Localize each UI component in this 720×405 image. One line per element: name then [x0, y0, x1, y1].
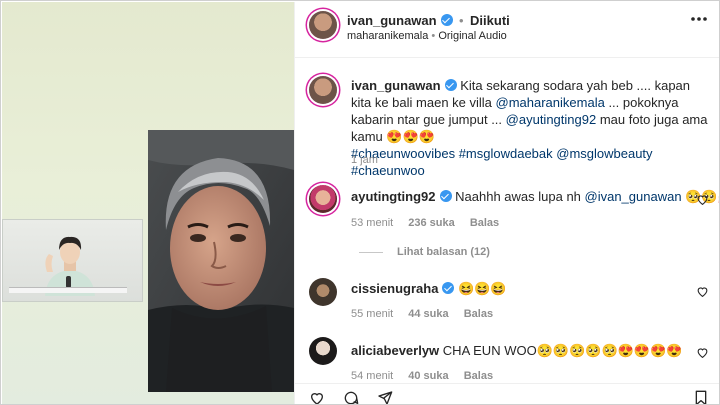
person-illustration	[45, 236, 95, 296]
post-header: ivan_gunawan • Diikuti maharanikemala • …	[295, 2, 719, 58]
caption-username[interactable]: ivan_gunawan	[351, 78, 441, 93]
comment-meta: 53 menit 236 suka Balas	[351, 217, 499, 229]
comment-avatar-ayutingting92[interactable]	[309, 185, 337, 213]
separator-dot: •	[459, 13, 464, 28]
comment-likes[interactable]: 236 suka	[408, 217, 454, 229]
selfie-video-frame	[148, 130, 294, 392]
audio-username[interactable]: maharanikemala	[347, 30, 428, 42]
verified-badge-icon	[442, 282, 455, 294]
author-username[interactable]: ivan_gunawan	[347, 13, 437, 28]
comment-meta: 55 menit 44 suka Balas	[351, 308, 493, 320]
caption-author-avatar[interactable]	[309, 76, 337, 104]
comment-icon[interactable]	[343, 390, 359, 405]
reply-button[interactable]: Balas	[470, 217, 499, 229]
verified-badge-icon	[440, 14, 453, 26]
comment-text: 😆😆😆	[458, 281, 507, 296]
screenshot-frame: ivan_gunawan • Diikuti maharanikemala • …	[0, 0, 720, 405]
comment-avatar-cissienugraha[interactable]	[309, 278, 337, 306]
caption-timestamp[interactable]: 1 jam	[351, 154, 378, 166]
comment-meta: 54 menit 40 suka Balas	[351, 370, 493, 380]
mention-ivan-gunawan[interactable]: @ivan_gunawan	[585, 189, 682, 204]
verified-badge-icon	[444, 79, 457, 91]
mention-ayutingting92[interactable]: @ayutingting92	[506, 112, 597, 127]
follow-status-button[interactable]: Diikuti	[470, 13, 510, 28]
like-post-heart-icon[interactable]	[309, 390, 325, 405]
comment-3: aliciabeverlyw CHA EUN WOO🥺🥺🥺🥺🥺😍😍😍😍	[351, 342, 682, 359]
comment-text: CHA EUN WOO🥺🥺🥺🥺🥺😍😍😍😍	[442, 343, 683, 358]
comment-likes[interactable]: 40 suka	[408, 370, 448, 380]
comment-time[interactable]: 54 menit	[351, 370, 393, 380]
more-horizontal-icon[interactable]	[690, 16, 708, 22]
author-avatar[interactable]	[309, 11, 337, 39]
view-replies-label[interactable]: Lihat balasan (12)	[397, 246, 490, 258]
mention-maharanikemala[interactable]: @maharanikemala	[496, 95, 605, 110]
reply-button[interactable]: Balas	[464, 370, 493, 380]
reply-button[interactable]: Balas	[464, 308, 493, 320]
save-bookmark-icon[interactable]	[694, 390, 708, 405]
like-comment-heart-icon[interactable]	[696, 346, 709, 359]
comment-avatar-aliciabeverlyw[interactable]	[309, 337, 337, 365]
comment-username[interactable]: ayutingting92	[351, 189, 436, 204]
verified-badge-icon	[439, 190, 452, 202]
post-detail-panel: ivan_gunawan • Diikuti maharanikemala • …	[294, 2, 719, 405]
like-comment-heart-icon[interactable]	[696, 285, 709, 298]
like-comment-heart-icon[interactable]	[696, 193, 709, 206]
audio-label[interactable]: Original Audio	[438, 30, 507, 42]
separator-dot: •	[431, 30, 436, 42]
view-replies-button[interactable]: Lihat balasan (12)	[359, 246, 490, 258]
share-send-icon[interactable]	[377, 390, 393, 405]
post-caption: ivan_gunawan Kita sekarang sodara yah be…	[351, 77, 711, 179]
comment-username[interactable]: aliciabeverlyw	[351, 343, 439, 358]
comment-1: ayutingting92 Naahhh awas lupa nh @ivan_…	[351, 188, 719, 205]
comment-2: cissienugraha 😆😆😆	[351, 280, 507, 297]
embedded-video-thumbnail	[2, 219, 143, 302]
caption-hashtags[interactable]: #chaeunwoovibes #msglowdaebak @msglowbea…	[351, 146, 653, 178]
replies-divider	[359, 251, 383, 253]
comment-time[interactable]: 55 menit	[351, 308, 393, 320]
comment-time[interactable]: 53 menit	[351, 217, 393, 229]
comment-username[interactable]: cissienugraha	[351, 281, 438, 296]
post-action-bar	[295, 383, 719, 405]
comment-likes[interactable]: 44 suka	[408, 308, 448, 320]
comment-text: Naahhh awas lupa nh	[455, 189, 585, 204]
post-media[interactable]	[2, 2, 294, 404]
